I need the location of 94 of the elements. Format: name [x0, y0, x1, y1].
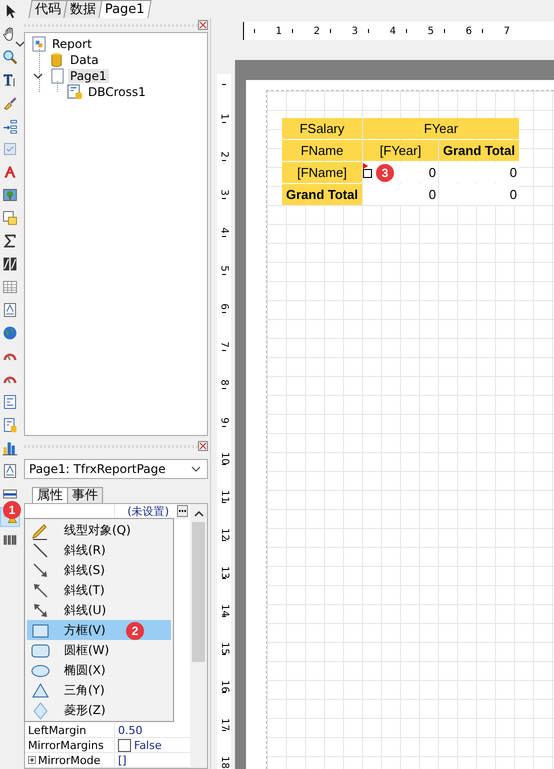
crosstab-cell: [FYear]: [363, 140, 438, 161]
image-icon: [2, 187, 18, 203]
table-icon: [2, 279, 18, 295]
ruler-number: 2: [218, 151, 230, 158]
property-name: MirrorMargins: [28, 738, 104, 752]
bar-chart-icon: [2, 440, 18, 456]
property-value: (未设置): [127, 504, 169, 518]
property-value: False: [134, 738, 162, 752]
crosstab-cell: FName: [282, 140, 362, 161]
ruler-number: 15: [218, 642, 230, 655]
ruler-number: 5: [218, 265, 230, 272]
close-icon[interactable]: [198, 20, 208, 30]
ruler-number: 7: [218, 341, 230, 348]
tree-tool-icon: [2, 118, 18, 134]
menu-item[interactable]: 圆框(W): [27, 640, 171, 660]
crosstab-cell: 0: [439, 162, 519, 183]
ruler-number: 3: [218, 189, 230, 196]
ruler-number: 2: [314, 26, 320, 36]
pages-tool-button[interactable]: [0, 208, 20, 228]
crosstab-cell: Grand Total: [282, 184, 362, 205]
ruler-number: 1: [218, 113, 230, 120]
ruler-number: 6: [218, 303, 230, 310]
triangle-icon: [31, 680, 50, 700]
ruler-number: 9: [218, 417, 230, 424]
globe-icon: [2, 325, 18, 341]
ruler-number: 8: [218, 379, 230, 386]
tree-item[interactable]: DBCross1: [86, 85, 148, 99]
scrollbar[interactable]: [190, 504, 207, 768]
tab[interactable]: Page1: [98, 0, 152, 18]
split-icon: [2, 256, 18, 272]
ellipsis-button[interactable]: [177, 505, 188, 517]
line-icon: [31, 540, 50, 560]
pages-icon: [2, 210, 18, 226]
arrow-icon: [31, 560, 50, 580]
crosstab-cell: 0: [363, 184, 438, 205]
sigma-icon: [2, 233, 18, 249]
ruler-number: 12: [218, 528, 230, 541]
crosstab-cell: 0: [439, 184, 519, 205]
tree-item[interactable]: Report: [50, 37, 94, 51]
form-icon: [2, 394, 18, 410]
tab[interactable]: 事件: [67, 487, 103, 503]
crosstab-cell: Grand Total: [439, 140, 519, 161]
menu-item[interactable]: 斜线(S): [27, 560, 171, 580]
ruler-number: 7: [504, 26, 510, 36]
tab[interactable]: 代码: [28, 0, 68, 18]
crosstab-cell: FSalary: [282, 118, 362, 139]
brush-icon: [2, 95, 18, 111]
tab[interactable]: 数据: [63, 0, 103, 18]
ruler-number: 16: [218, 680, 230, 693]
barcode-icon: [2, 532, 18, 548]
ruler-number: 10: [218, 452, 230, 465]
menu-item[interactable]: 三角(Y): [27, 680, 171, 700]
menu-item[interactable]: 斜线(T): [27, 580, 171, 600]
menu-item[interactable]: 椭圆(X): [27, 660, 171, 680]
ruler-number: 3: [352, 26, 358, 36]
scroll-up-icon[interactable]: [194, 510, 204, 518]
menu-item[interactable]: 线型对象(Q): [27, 520, 171, 540]
tab[interactable]: 属性: [32, 487, 68, 503]
checkbox-tool-icon: [2, 141, 18, 157]
property-name: LeftMargin: [28, 724, 86, 736]
crosstab-icon: [67, 84, 83, 100]
menu-item[interactable]: 斜线(R): [27, 540, 171, 560]
checkbox[interactable]: [118, 738, 131, 752]
menu-item[interactable]: 斜线(U): [27, 600, 171, 620]
crosstab-cell: FYear: [363, 118, 519, 139]
page-icon: [49, 68, 65, 84]
database-form-icon: [2, 417, 18, 433]
cell-handle-icon[interactable]: [362, 163, 374, 179]
object-dropdown[interactable]: Page1: TfrxReportPage: [24, 459, 208, 479]
tree-item[interactable]: Data: [68, 53, 101, 67]
menu-item[interactable]: 菱形(Z): [27, 700, 171, 720]
ruler-number: 1: [276, 26, 282, 36]
ruler-number: 6: [466, 26, 472, 36]
ruler-number: 13: [218, 566, 230, 579]
report-icon: [31, 36, 47, 52]
ruler-number: 5: [428, 26, 434, 36]
text-frame-icon: [2, 302, 18, 318]
search-icon: [2, 49, 18, 65]
expand-icon[interactable]: [28, 756, 36, 764]
property-value: 0.50: [118, 724, 142, 736]
letter-icon: [2, 164, 18, 180]
ruler-number: 17: [218, 718, 230, 731]
tree-item[interactable]: Page1: [68, 69, 109, 83]
ruler-number: 4: [390, 26, 396, 36]
text-frame-icon: [2, 463, 18, 479]
ruler-number: 11: [218, 490, 230, 503]
property-value: []: [118, 754, 127, 766]
diamond-icon: [31, 700, 50, 720]
ruler-number: 14: [218, 604, 230, 617]
ruler-number: 18: [218, 756, 230, 769]
property-name: MirrorMode: [38, 754, 100, 766]
crosstab-cell: [FName]: [282, 162, 362, 183]
ruler-number: 4: [218, 227, 230, 234]
close-icon[interactable]: [198, 441, 208, 451]
